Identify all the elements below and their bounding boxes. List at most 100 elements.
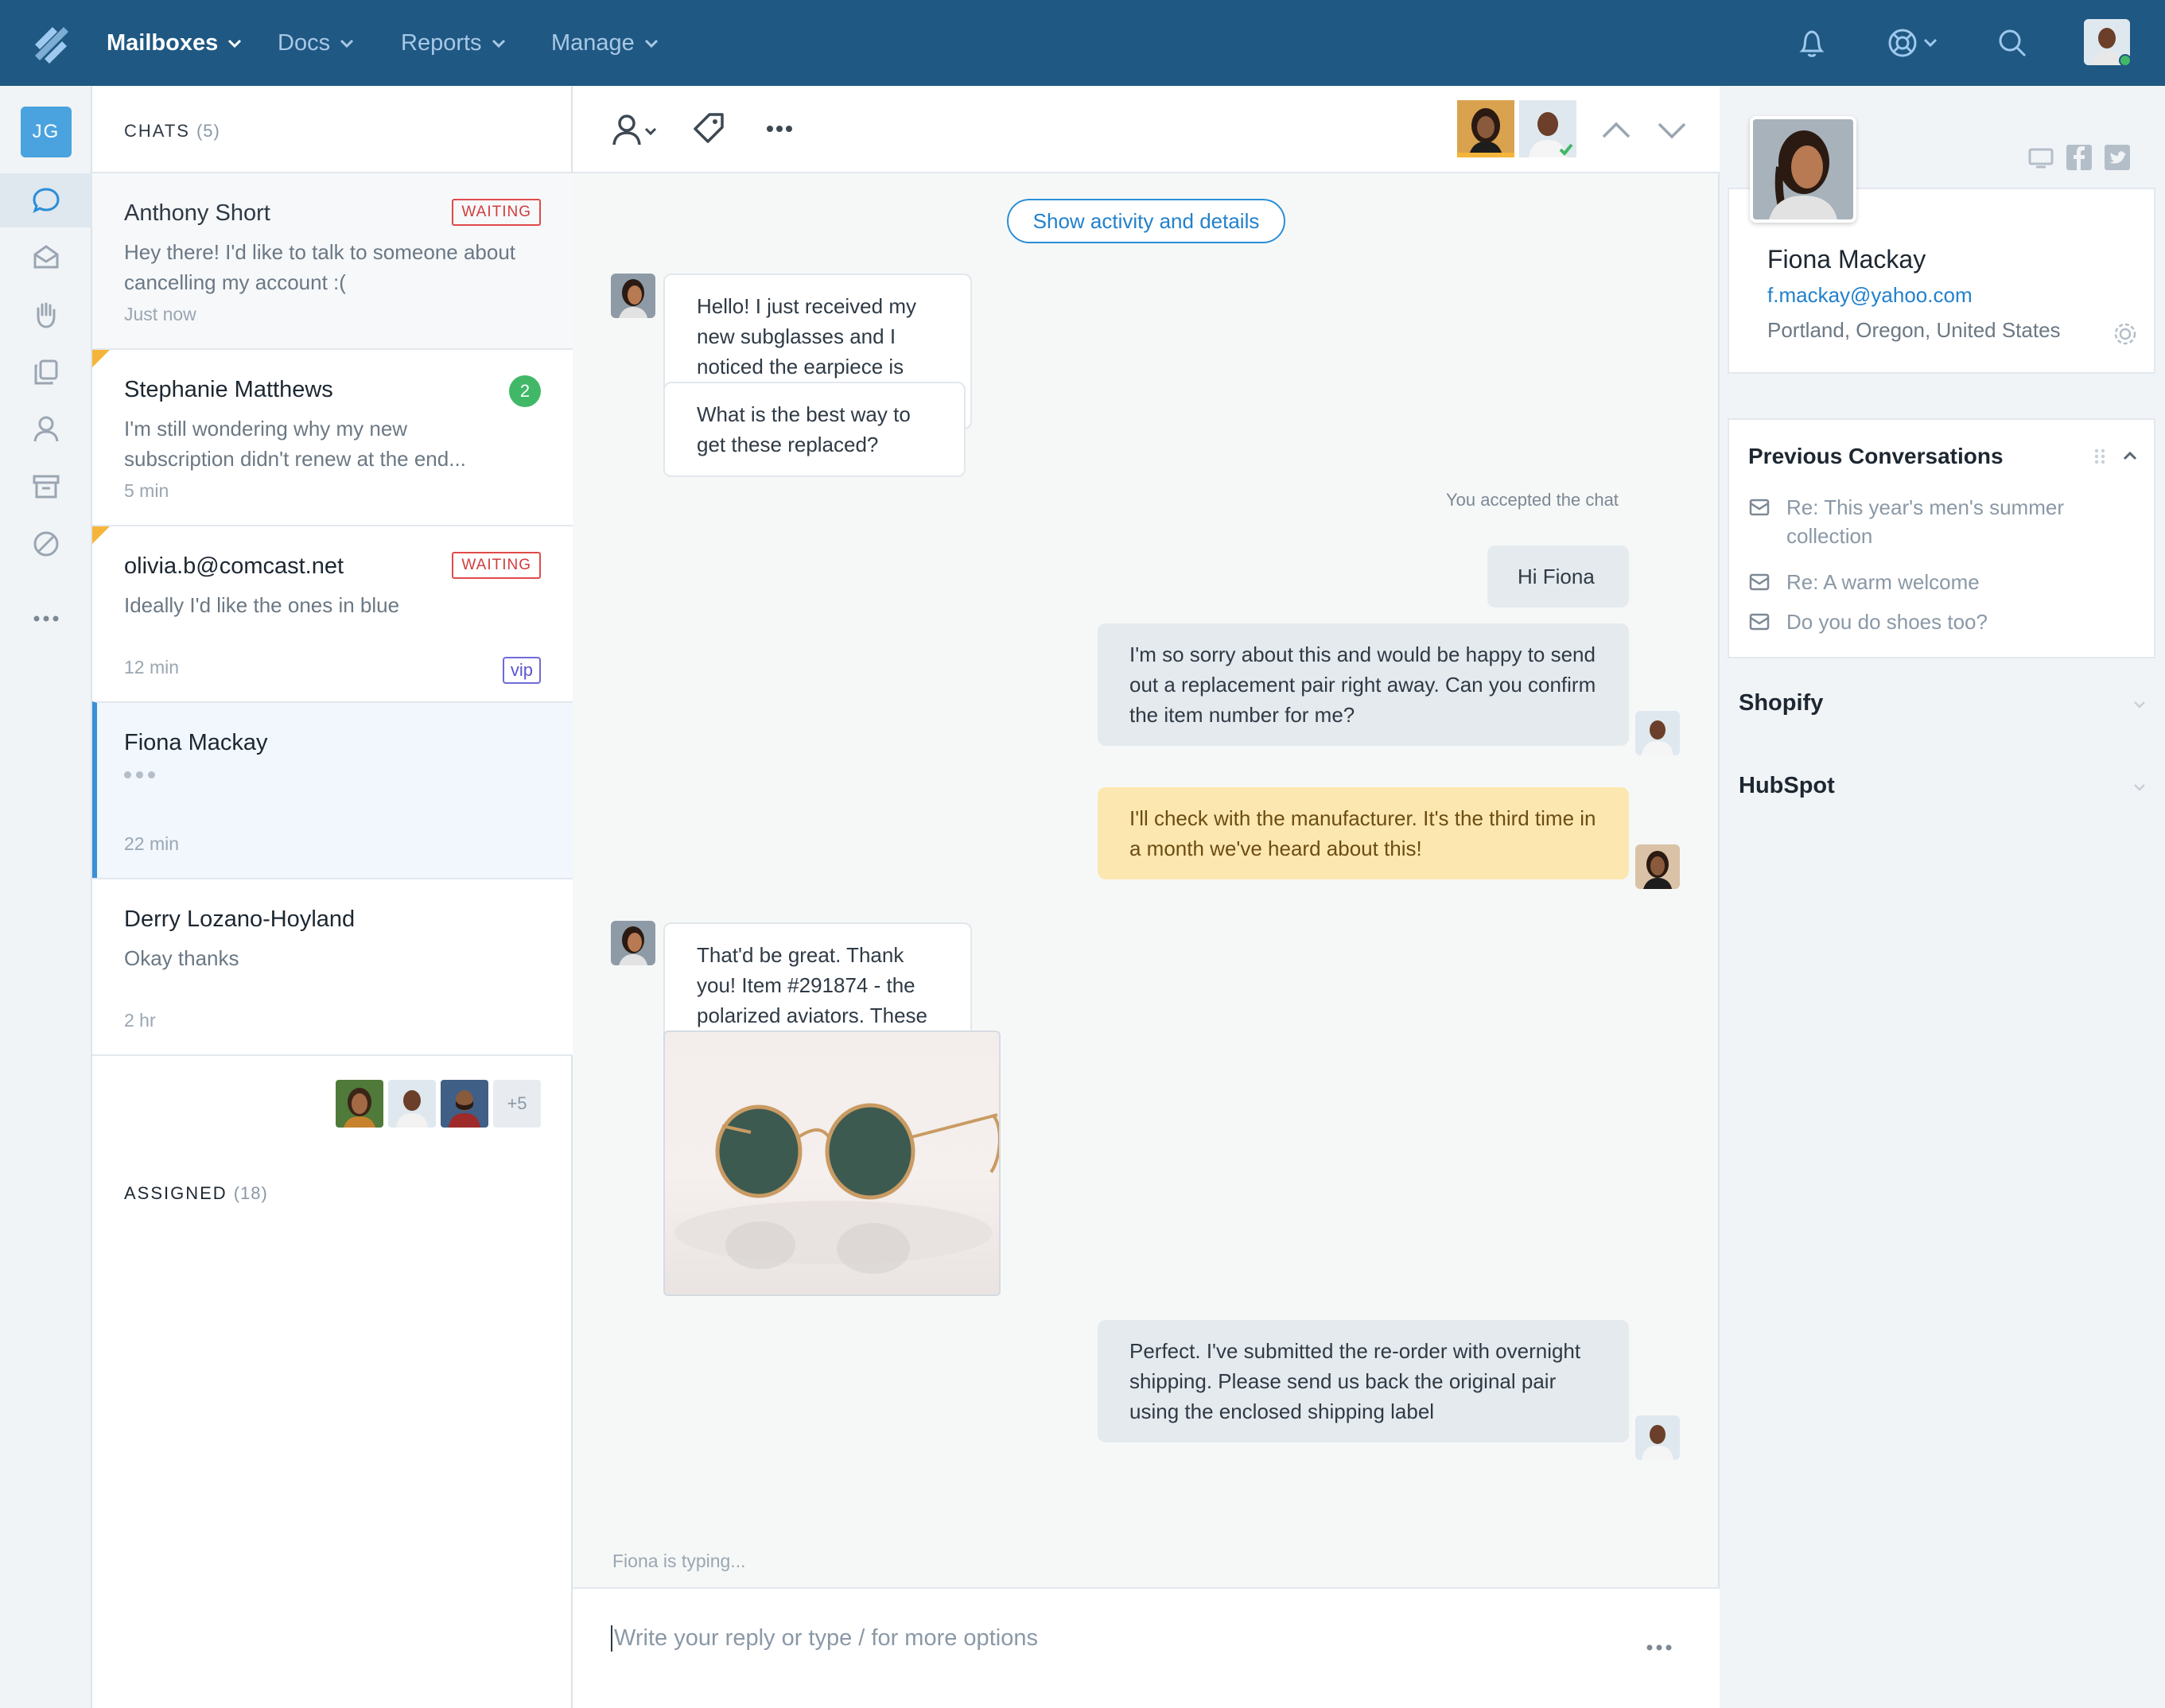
divider xyxy=(92,1054,573,1056)
chat-item-anthony-short[interactable]: Anthony Short WAITING Hey there! I'd lik… xyxy=(92,172,573,348)
customer-message: What is the best way to get these replac… xyxy=(663,382,966,477)
tag-icon[interactable] xyxy=(690,110,729,148)
help-lifebuoy-icon[interactable] xyxy=(1885,21,1949,65)
chat-item-name: Anthony Short xyxy=(124,200,270,226)
chat-item-fiona-mackay[interactable]: Fiona Mackay 22 min xyxy=(92,701,573,878)
priority-flag xyxy=(92,526,110,544)
chat-icon[interactable] xyxy=(29,183,64,218)
copy-icon[interactable] xyxy=(29,355,64,390)
helpscout-logo-icon[interactable] xyxy=(29,21,73,65)
priority-flag xyxy=(92,350,110,367)
sunglasses-photo[interactable] xyxy=(663,1031,1001,1296)
chevron-down-icon[interactable] xyxy=(2130,695,2149,714)
customer-email[interactable]: f.mackay@yahoo.com xyxy=(1767,283,1973,308)
chat-item-stephanie-matthews[interactable]: Stephanie Matthews 2 I'm still wondering… xyxy=(92,348,573,525)
blocked-icon[interactable] xyxy=(29,526,64,561)
chevron-down-icon xyxy=(492,39,505,49)
note-author-avatar xyxy=(1635,844,1680,889)
agent-message: I'm so sorry about this and would be hap… xyxy=(1098,623,1629,746)
person-icon[interactable] xyxy=(29,412,64,447)
assigned-avatars[interactable]: +5 xyxy=(336,1080,541,1128)
twitter-icon[interactable] xyxy=(2103,143,2132,172)
reply-editor[interactable]: Write your reply or type / for more opti… xyxy=(573,1587,1720,1708)
nav-manage[interactable]: Manage xyxy=(551,25,660,60)
chats-header: CHATS (5) xyxy=(124,121,220,142)
customer-location: Portland, Oregon, United States xyxy=(1767,318,2061,342)
chevron-down-icon[interactable] xyxy=(2130,778,2149,797)
system-note: You accepted the chat xyxy=(1446,490,1619,510)
inbox-icon[interactable] xyxy=(29,240,64,275)
nav-docs-label: Docs xyxy=(278,29,331,56)
chevron-up-icon[interactable] xyxy=(2120,447,2140,466)
previous-conversation-subject: Do you do shoes too? xyxy=(1786,610,1988,634)
shopify-section-title[interactable]: Shopify xyxy=(1739,690,1823,716)
internal-note-message: I'll check with the manufacturer. It's t… xyxy=(1098,787,1629,879)
previous-conversations-card: Previous Conversations Re: This year's m… xyxy=(1728,418,2155,658)
current-user-initials[interactable]: JG xyxy=(21,107,72,157)
chat-item-preview: Okay thanks xyxy=(124,946,239,970)
envelope-icon xyxy=(1749,573,1770,591)
chat-item-time: 12 min xyxy=(124,657,180,677)
chat-item-preview: I'm still wondering why my new subscript… xyxy=(124,417,466,471)
nav-manage-label: Manage xyxy=(551,29,635,56)
editor-more-icon[interactable] xyxy=(1642,1630,1677,1665)
customer-photo xyxy=(1750,116,1856,223)
chat-item-derry-lozano-hoyland[interactable]: Derry Lozano-Hoyland Okay thanks 2 hr xyxy=(92,878,573,1054)
top-navigation-bar: Mailboxes Docs Reports Manage xyxy=(0,0,2165,86)
chat-item-name: olivia.b@comcast.net xyxy=(124,553,344,579)
nav-reports[interactable]: Reports xyxy=(401,25,507,60)
chat-item-time: 5 min xyxy=(124,480,169,501)
facebook-icon[interactable] xyxy=(2065,143,2093,172)
typing-dots-icon xyxy=(124,771,155,778)
typing-indicator: Fiona is typing... xyxy=(612,1551,746,1571)
previous-conversations-title: Previous Conversations xyxy=(1748,444,2004,468)
assigned-label: ASSIGNED xyxy=(124,1183,227,1203)
hand-icon[interactable] xyxy=(29,297,64,332)
customer-avatar xyxy=(611,274,655,318)
agent-message: Perfect. I've submitted the re-order wit… xyxy=(1098,1320,1629,1442)
next-conversation-icon[interactable] xyxy=(1654,113,1689,148)
more-options-icon[interactable] xyxy=(760,110,799,148)
assigned-avatar xyxy=(388,1080,436,1128)
conversation-toolbar xyxy=(573,86,1720,173)
reply-input[interactable]: Write your reply or type / for more opti… xyxy=(611,1625,1038,1652)
previous-conversation-item[interactable]: Re: This year's men's summer collection xyxy=(1748,493,2089,550)
envelope-icon xyxy=(1749,613,1770,631)
chat-item-olivia[interactable]: olivia.b@comcast.net WAITING Ideally I'd… xyxy=(92,525,573,701)
search-icon[interactable] xyxy=(1990,21,2035,65)
previous-conversation-item[interactable]: Re: A warm welcome xyxy=(1748,568,2089,596)
chat-item-time: Just now xyxy=(124,304,196,324)
archive-icon[interactable] xyxy=(29,469,64,504)
chat-item-name: Derry Lozano-Hoyland xyxy=(124,906,356,932)
assigned-count: (18) xyxy=(233,1183,268,1203)
drag-handle-icon[interactable] xyxy=(2090,447,2109,466)
nav-docs[interactable]: Docs xyxy=(278,25,356,60)
desktop-icon[interactable] xyxy=(2027,143,2055,172)
agent-avatar xyxy=(1635,711,1680,755)
gear-icon[interactable] xyxy=(2111,320,2140,348)
assigned-avatar xyxy=(336,1080,383,1128)
chevron-down-icon xyxy=(644,39,658,49)
chevron-down-icon xyxy=(228,39,242,49)
customer-presence-avatar xyxy=(1457,100,1514,157)
more-icon[interactable] xyxy=(29,601,64,636)
assign-user-icon[interactable] xyxy=(611,110,667,149)
agent-message: Hi Fiona xyxy=(1487,545,1629,608)
nav-mailboxes[interactable]: Mailboxes xyxy=(107,25,243,60)
chats-count: (5) xyxy=(196,121,220,141)
hubspot-section-title[interactable]: HubSpot xyxy=(1739,773,1835,799)
waiting-badge: WAITING xyxy=(452,199,541,226)
previous-conversation-item[interactable]: Do you do shoes too? xyxy=(1748,608,2089,636)
chat-item-name: Stephanie Matthews xyxy=(124,377,333,402)
waiting-badge: WAITING xyxy=(452,552,541,579)
vip-tag: vip xyxy=(502,657,541,684)
assigned-header[interactable]: ASSIGNED (18) xyxy=(124,1183,268,1204)
previous-conversation-subject: Re: This year's men's summer collection xyxy=(1786,495,2064,548)
customer-avatar xyxy=(611,921,655,965)
customer-name: Fiona Mackay xyxy=(1767,245,1926,274)
unread-count-badge: 2 xyxy=(509,375,541,407)
previous-conversation-icon[interactable] xyxy=(1599,113,1634,148)
show-activity-button[interactable]: Show activity and details xyxy=(1007,199,1285,243)
bell-icon[interactable] xyxy=(1790,21,1834,65)
agent-avatar xyxy=(1635,1415,1680,1460)
